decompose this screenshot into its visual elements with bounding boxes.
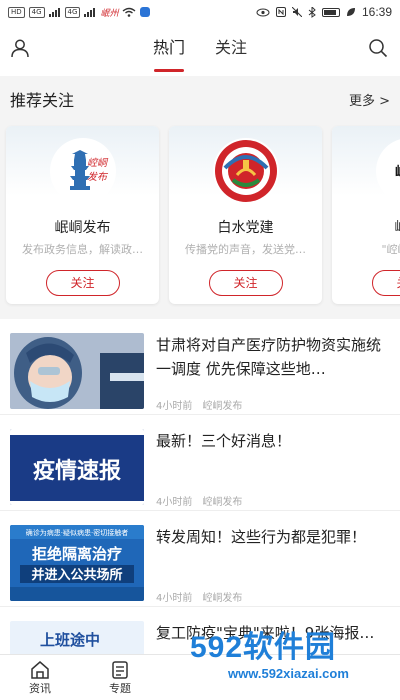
bottom-nav: 资讯 专题 bbox=[0, 654, 400, 700]
tab-following[interactable]: 关注 bbox=[211, 24, 251, 76]
section-title: 推荐关注 bbox=[10, 91, 75, 110]
account-desc: 传播党的声音，发送党… bbox=[185, 243, 306, 256]
thumb-text: 拒绝隔离治疗 bbox=[32, 545, 122, 563]
pagoda-logo-icon: 崆峒 发布 bbox=[50, 139, 115, 203]
news-thumbnail: 确诊为病患·疑似病患·密切接触者 拒绝隔离治疗 并进入公共场所 bbox=[10, 525, 144, 601]
clock: 16:39 bbox=[361, 5, 392, 19]
nav-topics[interactable]: 专题 bbox=[80, 655, 160, 700]
medical-worker-image bbox=[10, 333, 144, 409]
tab-bar: 热门 关注 bbox=[0, 24, 400, 76]
recommend-carousel[interactable]: 崆峒 发布 岷峒发布 发布政务信息，解读政… 关注 白水党建 传播党的声音，发送… bbox=[6, 126, 400, 306]
more-link[interactable]: 更多 > bbox=[349, 90, 390, 109]
svg-text:发布: 发布 bbox=[87, 171, 109, 183]
account-name: 岷峒发布 bbox=[54, 220, 111, 236]
nav-label: 资讯 bbox=[29, 682, 51, 695]
signal-icon-2 bbox=[84, 7, 96, 17]
thumb-text: 确诊为病患·疑似病患·密切接触者 bbox=[26, 528, 128, 537]
app-badge-icon bbox=[140, 7, 151, 17]
app-screen: HD 4G 4G 岷州 16:39 热门 关注 推荐关注 更多 > 崆峒 发布 … bbox=[0, 0, 400, 700]
news-source: 崆峒发布 bbox=[202, 401, 243, 412]
epidemic-report-image: 疫情速报 bbox=[10, 429, 144, 505]
network-indicator: 4G bbox=[28, 6, 45, 18]
news-title: 甘肃将对自产医疗防护物资实施统一调度 优先保障这些地… bbox=[156, 336, 382, 378]
follow-button[interactable]: 关注 bbox=[371, 270, 400, 296]
news-thumbnail bbox=[10, 333, 144, 409]
news-time: 4小时前 bbox=[156, 593, 193, 604]
leaf-icon bbox=[346, 8, 355, 16]
bluetooth-icon bbox=[308, 6, 316, 18]
top-bar: 热门 关注 bbox=[0, 24, 400, 76]
svg-text:崆峒: 崆峒 bbox=[395, 164, 400, 181]
nfc-icon bbox=[275, 7, 286, 17]
home-icon bbox=[31, 661, 49, 679]
news-title: 最新！三个好消息！ bbox=[156, 432, 292, 450]
news-time: 4小时前 bbox=[156, 497, 193, 508]
eye-icon bbox=[256, 8, 270, 16]
network-indicator-2: 4G bbox=[64, 6, 81, 18]
tab-hot[interactable]: 热门 bbox=[149, 24, 189, 76]
app-notification-icon: 岷州 bbox=[100, 8, 119, 19]
account-card[interactable]: 白水党建 传播党的声音，发送党… 关注 bbox=[169, 126, 322, 304]
account-name: 白水党建 bbox=[217, 220, 274, 236]
thumb-text: 疫情速报 bbox=[33, 458, 121, 484]
thumb-text: 上班途中 bbox=[40, 631, 100, 649]
thumb-text: 并进入公共场所 bbox=[31, 567, 122, 583]
follow-button[interactable]: 关注 bbox=[45, 270, 120, 296]
signal-icon bbox=[48, 7, 60, 17]
mute-icon bbox=[291, 7, 302, 17]
news-thumbnail: 疫情速报 bbox=[10, 429, 144, 505]
account-logo: 崆峒 发布 bbox=[49, 138, 116, 204]
topic-icon bbox=[112, 661, 128, 679]
status-bar: HD 4G 4G 岷州 16:39 bbox=[0, 0, 400, 24]
news-item[interactable]: 甘肃将对自产医疗防护物资实施统一调度 优先保障这些地… 4小时前 崆峒发布 bbox=[0, 319, 400, 415]
account-desc: "崆峒财政" bbox=[381, 243, 400, 256]
nav-news[interactable]: 资讯 bbox=[0, 655, 80, 700]
account-card[interactable]: 崆峒 崆峒 "崆峒财政" 关注 bbox=[332, 126, 400, 304]
search-icon[interactable] bbox=[368, 38, 388, 58]
news-title: 复工防疫"宝典"来啦！9张海报… bbox=[156, 624, 375, 642]
account-desc: 发布政务信息，解读政… bbox=[22, 243, 143, 256]
account-logo bbox=[212, 138, 279, 204]
battery-icon bbox=[321, 7, 340, 17]
party-emblem-icon bbox=[214, 140, 277, 202]
news-source: 崆峒发布 bbox=[202, 593, 243, 604]
news-title: 转发周知！这些行为都是犯罪！ bbox=[156, 528, 367, 546]
nav-label: 专题 bbox=[109, 682, 131, 695]
news-source: 崆峒发布 bbox=[202, 497, 243, 508]
warning-poster-image: 确诊为病患·疑似病患·密切接触者 拒绝隔离治疗 并进入公共场所 bbox=[10, 525, 144, 601]
hd-indicator: HD bbox=[8, 6, 25, 18]
news-item[interactable]: 确诊为病患·疑似病患·密切接触者 拒绝隔离治疗 并进入公共场所 转发周知！这些行… bbox=[0, 511, 400, 607]
svg-text:崆峒: 崆峒 bbox=[87, 157, 109, 169]
account-name: 崆峒 bbox=[332, 217, 400, 237]
wifi-icon bbox=[123, 7, 136, 17]
news-item[interactable]: 疫情速报 最新！三个好消息！ 4小时前 崆峒发布 bbox=[0, 415, 400, 511]
account-card[interactable]: 崆峒 发布 岷峒发布 发布政务信息，解读政… 关注 bbox=[6, 126, 159, 304]
follow-button[interactable]: 关注 bbox=[208, 270, 283, 296]
news-time: 4小时前 bbox=[156, 401, 193, 412]
recommend-section: 推荐关注 更多 > 崆峒 发布 岷峒发布 发布政务信息，解读政… 关注 白水党建… bbox=[0, 76, 400, 319]
